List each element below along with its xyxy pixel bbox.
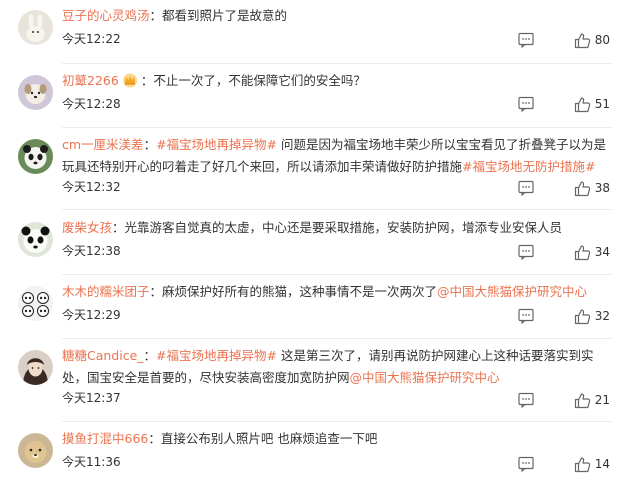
like-icon[interactable] bbox=[574, 32, 591, 49]
like-count: 32 bbox=[594, 309, 610, 323]
comment-time: 今天12:28 bbox=[62, 97, 121, 111]
reply-icon[interactable] bbox=[518, 456, 534, 472]
comment-username[interactable]: 豆子的心灵鸡汤 bbox=[62, 8, 150, 23]
like-icon[interactable] bbox=[574, 456, 591, 473]
comment-time: 今天12:32 bbox=[62, 180, 121, 194]
divider bbox=[62, 338, 612, 339]
reply-icon[interactable] bbox=[518, 392, 534, 408]
divider bbox=[62, 209, 612, 210]
comment-text: ： bbox=[143, 137, 157, 152]
panda-face-avatar[interactable] bbox=[18, 222, 53, 257]
comment-text: ： bbox=[143, 348, 157, 363]
comment-time: 今天12:22 bbox=[62, 32, 121, 46]
like-count: 38 bbox=[594, 181, 610, 195]
comment-item: 废柴女孩：光靠游客自觉真的太虚，中心还是要采取措施，安装防护网，增添专业安保人员… bbox=[0, 220, 630, 288]
like-count: 14 bbox=[594, 457, 610, 471]
girl-avatar[interactable] bbox=[18, 350, 53, 385]
comment-text: ：麻烦保护好所有的熊猫，这种事情不是一次两次了 bbox=[149, 284, 438, 299]
doge-avatar[interactable] bbox=[18, 433, 53, 468]
comment-text: ：直接公布别人照片吧 也麻烦追查一下吧 bbox=[148, 431, 378, 446]
comment-item: 糖糖Candice_：#福宝场地再掉异物# 这是第三次了，请别再说防护网建心上这… bbox=[0, 348, 630, 434]
like-icon[interactable] bbox=[574, 180, 591, 197]
reply-icon[interactable] bbox=[518, 180, 534, 196]
reply-icon[interactable] bbox=[518, 32, 534, 48]
reply-icon[interactable] bbox=[518, 244, 534, 260]
comment-item: 摸鱼打混中666：直接公布别人照片吧 也麻烦追查一下吧 今天11:36 14 bbox=[0, 431, 630, 485]
comment-username[interactable]: 废柴女孩 bbox=[62, 220, 112, 235]
dog-avatar[interactable] bbox=[18, 75, 53, 110]
comment-text: ：光靠游客自觉真的太虚，中心还是要采取措施，安装防护网，增添专业安保人员 bbox=[112, 220, 563, 235]
comment-time: 今天12:37 bbox=[62, 391, 121, 405]
comment-time: 今天11:36 bbox=[62, 455, 121, 469]
topic-link[interactable]: #福宝场地再掉异物# bbox=[156, 137, 277, 152]
comment-item: 初鼙2266 ：不止一次了，不能保障它们的安全吗？ 今天12:28 51 bbox=[0, 73, 630, 141]
like-count: 51 bbox=[594, 97, 610, 111]
divider bbox=[62, 63, 612, 64]
like-count: 34 bbox=[594, 245, 610, 259]
topic-link[interactable]: #福宝场地再掉异物# bbox=[156, 348, 277, 363]
comment-text: ：不止一次了，不能保障它们的安全吗？ bbox=[140, 73, 366, 88]
bunny-avatar[interactable] bbox=[18, 10, 53, 45]
comment-item: 豆子的心灵鸡汤：都看到照片了是故意的 今天12:22 80 bbox=[0, 8, 630, 76]
like-icon[interactable] bbox=[574, 308, 591, 325]
comment-item: cm一厘米渼差：#福宝场地再掉异物# 问题是因为福宝场地丰荣少所以宝宝看见了折叠… bbox=[0, 137, 630, 223]
like-icon[interactable] bbox=[574, 244, 591, 261]
like-icon[interactable] bbox=[574, 96, 591, 113]
like-count: 21 bbox=[594, 393, 610, 407]
mention-link[interactable]: @中国大熊猫保护研究中心 bbox=[437, 284, 587, 299]
comment-item: 木木的糯米团子：麻烦保护好所有的熊猫，这种事情不是一次两次了@中国大熊猫保护研究… bbox=[0, 284, 630, 352]
divider bbox=[62, 421, 612, 422]
panda-group-avatar[interactable] bbox=[18, 286, 53, 321]
comment-username[interactable]: 木木的糯米团子 bbox=[62, 284, 150, 299]
like-count: 80 bbox=[594, 33, 610, 47]
divider bbox=[62, 274, 612, 275]
comment-username[interactable]: 初鼙2266 bbox=[62, 73, 119, 88]
comment-username[interactable]: 糖糖Candice_ bbox=[62, 348, 144, 363]
divider bbox=[62, 127, 612, 128]
reply-icon[interactable] bbox=[518, 308, 534, 324]
topic-link[interactable]: #福宝场地无防护措施# bbox=[462, 159, 595, 174]
mention-link[interactable]: @中国大熊猫保护研究中心 bbox=[350, 370, 500, 385]
comment-username[interactable]: cm一厘米渼差 bbox=[62, 137, 144, 152]
comment-time: 今天12:29 bbox=[62, 308, 121, 322]
reply-icon[interactable] bbox=[518, 96, 534, 112]
comment-time: 今天12:38 bbox=[62, 244, 121, 258]
comment-username[interactable]: 摸鱼打混中666 bbox=[62, 431, 148, 446]
comment-text: ：都看到照片了是故意的 bbox=[149, 8, 288, 23]
crown-badge-icon bbox=[122, 73, 137, 88]
panda-avatar[interactable] bbox=[18, 139, 53, 174]
like-icon[interactable] bbox=[574, 392, 591, 409]
